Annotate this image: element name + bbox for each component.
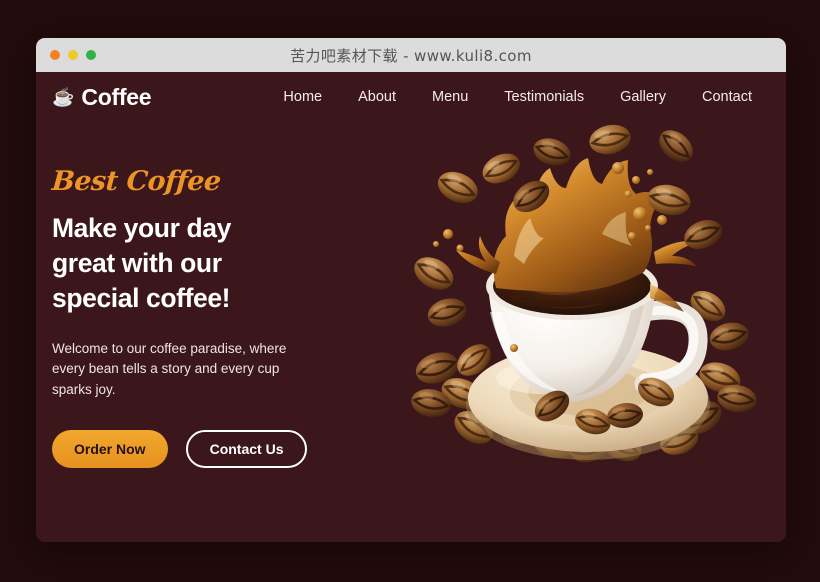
contact-us-button[interactable]: Contact Us — [185, 430, 308, 469]
window-controls — [36, 50, 96, 60]
nav-item-testimonials[interactable]: Testimonials — [504, 89, 584, 105]
hero-copy: Best Coffee Make your day great with our… — [50, 122, 352, 542]
site-navbar: ☕ Coffee Home About Menu Testimonials Ga… — [36, 72, 786, 122]
website-viewport: ☕ Coffee Home About Menu Testimonials Ga… — [36, 72, 786, 542]
nav-item-menu[interactable]: Menu — [432, 89, 468, 105]
brand-name: Coffee — [81, 83, 152, 110]
hero-section: Best Coffee Make your day great with our… — [36, 119, 786, 542]
nav-item-contact[interactable]: Contact — [702, 89, 752, 105]
hero-headline: Make your day great with our special cof… — [52, 211, 352, 317]
brand-logo[interactable]: ☕ Coffee — [52, 84, 151, 111]
minimize-dot[interactable] — [68, 50, 78, 60]
hero-eyebrow: Best Coffee — [50, 166, 222, 197]
browser-title: 苦力吧素材下载 - www.kuli8.com — [290, 46, 532, 65]
browser-window: 苦力吧素材下载 - www.kuli8.com ☕ Coffee Home Ab… — [36, 38, 786, 542]
hero-headline-line-1: Make your day — [52, 213, 231, 243]
nav-item-about[interactable]: About — [358, 89, 396, 105]
nav-item-home[interactable]: Home — [283, 89, 322, 105]
maximize-dot[interactable] — [86, 50, 96, 60]
coffee-splash-image — [392, 116, 786, 516]
nav-links: Home About Menu Testimonials Gallery Con… — [283, 89, 752, 105]
hero-cta-row: Order Now Contact Us — [52, 430, 352, 469]
nav-item-gallery[interactable]: Gallery — [620, 89, 666, 105]
browser-titlebar: 苦力吧素材下载 - www.kuli8.com — [36, 38, 786, 72]
hero-subcopy: Welcome to our coffee paradise, where ev… — [52, 340, 287, 397]
order-now-button[interactable]: Order Now — [52, 430, 168, 469]
close-dot[interactable] — [50, 50, 60, 60]
hero-headline-line-3: special coffee! — [52, 283, 231, 314]
coffee-cup-icon: ☕ — [52, 87, 75, 107]
hero-headline-line-2: great with our — [52, 248, 222, 279]
